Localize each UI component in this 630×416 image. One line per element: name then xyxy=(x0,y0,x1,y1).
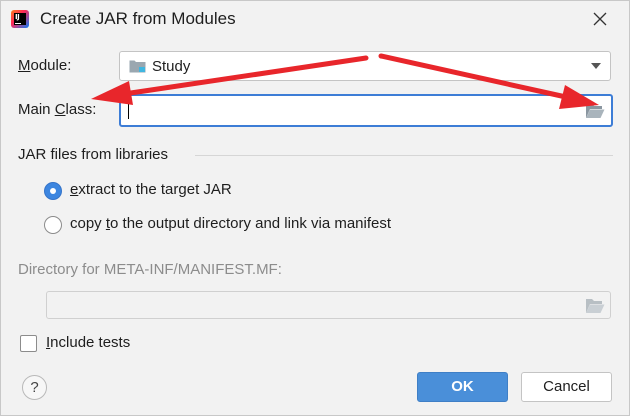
radio-unchecked-indicator[interactable] xyxy=(44,216,62,234)
module-select[interactable]: Study xyxy=(119,51,611,81)
radio-copy-label: copy to the output directory and link vi… xyxy=(70,215,392,232)
folder-open-icon[interactable] xyxy=(585,102,605,119)
title-bar: IJ Create JAR from Modules xyxy=(1,1,629,37)
close-icon xyxy=(593,12,607,26)
create-jar-dialog: IJ Create JAR from Modules Module: Study… xyxy=(0,0,630,416)
checkbox-box[interactable] xyxy=(20,335,37,352)
ok-button[interactable]: OK xyxy=(417,372,508,402)
radio-checked-indicator[interactable] xyxy=(44,182,62,200)
radio-extract-label: extract to the target JAR xyxy=(70,181,232,198)
module-label: Module: xyxy=(18,57,72,74)
text-caret xyxy=(128,102,129,119)
section-separator xyxy=(195,155,613,156)
manifest-dir-label: Directory for META-INF/MANIFEST.MF: xyxy=(18,261,282,278)
help-button[interactable]: ? xyxy=(22,375,47,400)
include-tests-label: Include tests xyxy=(46,334,131,351)
dialog-title: Create JAR from Modules xyxy=(40,9,236,28)
intellij-idea-icon: IJ xyxy=(11,10,29,28)
chevron-down-icon xyxy=(591,63,601,69)
libraries-section-title: JAR files from libraries xyxy=(18,146,169,163)
close-button[interactable] xyxy=(585,5,615,33)
module-value: Study xyxy=(152,58,191,75)
main-class-label: Main Class: xyxy=(18,101,97,118)
manifest-dir-input[interactable] xyxy=(46,291,611,319)
module-folder-icon xyxy=(129,60,146,73)
main-class-input[interactable] xyxy=(119,94,613,127)
cancel-button[interactable]: Cancel xyxy=(521,372,612,402)
folder-open-icon[interactable] xyxy=(585,297,605,314)
